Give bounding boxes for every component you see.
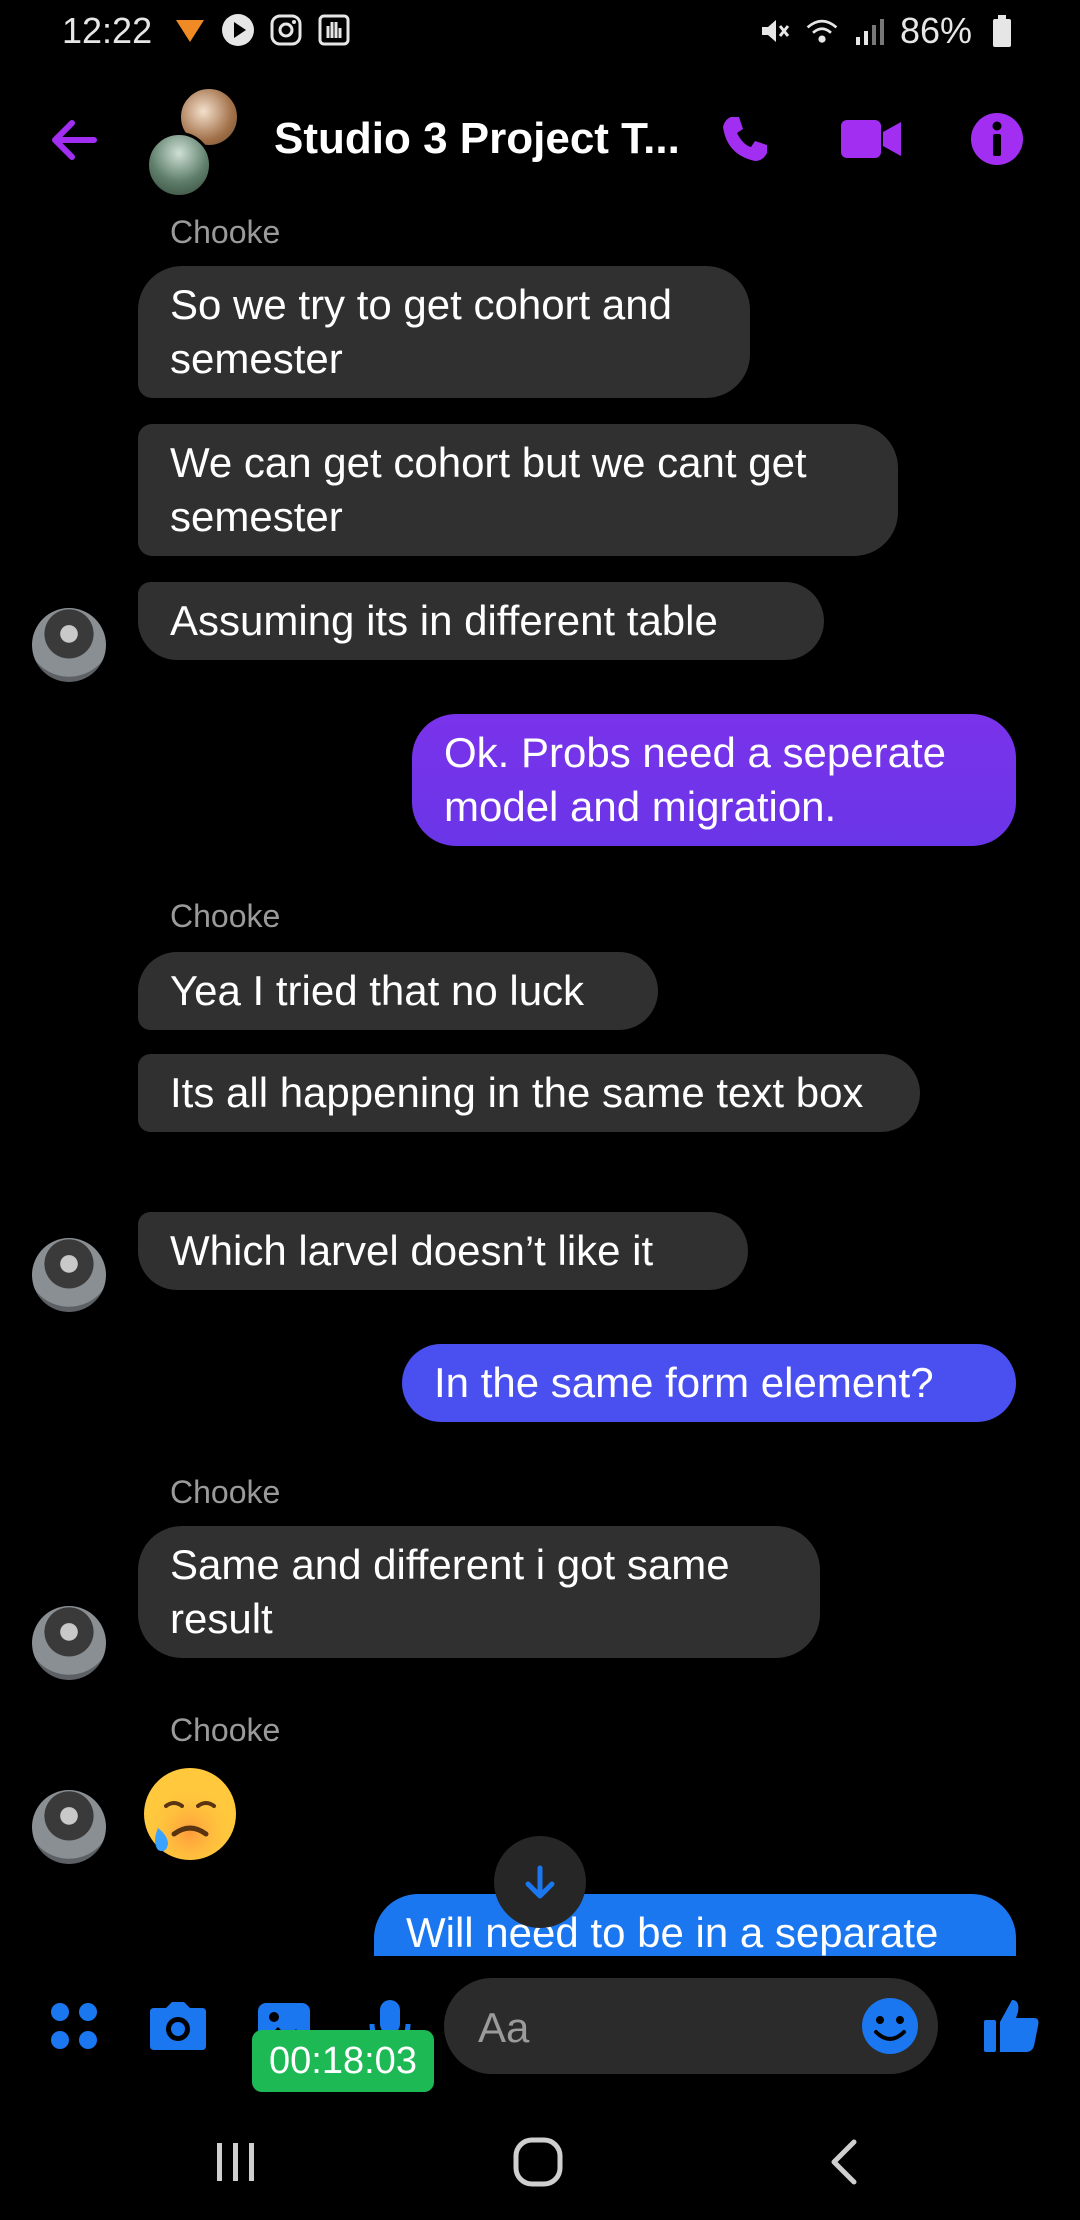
incoming-message[interactable]: We can get cohort but we cant get semest… [138, 424, 898, 556]
recording-timer: 00:18:03 [252, 2030, 434, 2092]
battery-icon [984, 13, 1020, 49]
wifi-icon [804, 13, 840, 49]
outgoing-message[interactable]: Will need to be in a separate [374, 1894, 1016, 1956]
incoming-message[interactable]: Same and different i got same result [138, 1526, 820, 1658]
phone-call-icon[interactable] [712, 106, 778, 172]
mute-icon [756, 13, 792, 49]
system-navigation-bar [0, 2100, 1080, 2220]
back-nav-icon[interactable] [814, 2132, 874, 2192]
video-call-icon[interactable] [838, 106, 904, 172]
input-placeholder: Aa [478, 2004, 530, 2051]
sender-name: Chooke [170, 214, 281, 250]
message-composer: Aa [0, 1956, 1080, 2096]
battery-percentage: 86% [899, 10, 972, 51]
scroll-to-bottom-button[interactable] [494, 1836, 586, 1928]
camera-icon[interactable] [148, 1996, 208, 2056]
outgoing-message[interactable]: Ok. Probs need a seperate model and migr… [412, 714, 1016, 846]
back-arrow-icon[interactable] [44, 110, 104, 170]
status-time: 12:22 [62, 10, 153, 51]
instagram-notification-icon [268, 12, 304, 48]
recent-apps-icon[interactable] [206, 2132, 266, 2192]
hand-notification-icon [316, 12, 352, 48]
sender-name: Chooke [170, 898, 281, 934]
thumbs-up-icon[interactable] [982, 1996, 1042, 2056]
incoming-message[interactable]: So we try to get cohort and semester [138, 266, 750, 398]
play-notification-icon [220, 12, 256, 48]
avatar [146, 132, 212, 198]
avatar[interactable] [32, 1790, 106, 1864]
avatar[interactable] [32, 1606, 106, 1680]
notification-icons [172, 12, 352, 48]
more-actions-icon[interactable] [44, 1996, 104, 2056]
conversation-title[interactable]: Studio 3 Project T... [274, 114, 680, 164]
swiggy-notification-icon [172, 12, 208, 48]
emoji-icon[interactable] [858, 1994, 922, 2058]
incoming-message[interactable]: Assuming its in different table [138, 582, 824, 660]
outgoing-message[interactable]: In the same form element? [402, 1344, 1016, 1422]
status-bar: 12:22 86% [0, 0, 1080, 70]
avatar[interactable] [32, 608, 106, 682]
home-icon[interactable] [508, 2132, 568, 2192]
sender-name: Chooke [170, 1712, 281, 1748]
incoming-message[interactable]: Which larvel doesn’t like it [138, 1212, 748, 1290]
sender-name: Chooke [170, 1474, 281, 1510]
group-avatar[interactable] [146, 86, 246, 198]
system-status: 86% [756, 10, 1020, 52]
info-icon[interactable] [964, 106, 1030, 172]
crying-smile-emoji-icon[interactable] [138, 1764, 242, 1868]
avatar[interactable] [32, 1238, 106, 1312]
signal-icon [852, 13, 888, 49]
chat-header: Studio 3 Project T... [0, 70, 1080, 210]
incoming-message[interactable]: Yea I tried that no luck [138, 952, 658, 1030]
incoming-message[interactable]: Its all happening in the same text box [138, 1054, 920, 1132]
message-input[interactable]: Aa [444, 1978, 938, 2074]
